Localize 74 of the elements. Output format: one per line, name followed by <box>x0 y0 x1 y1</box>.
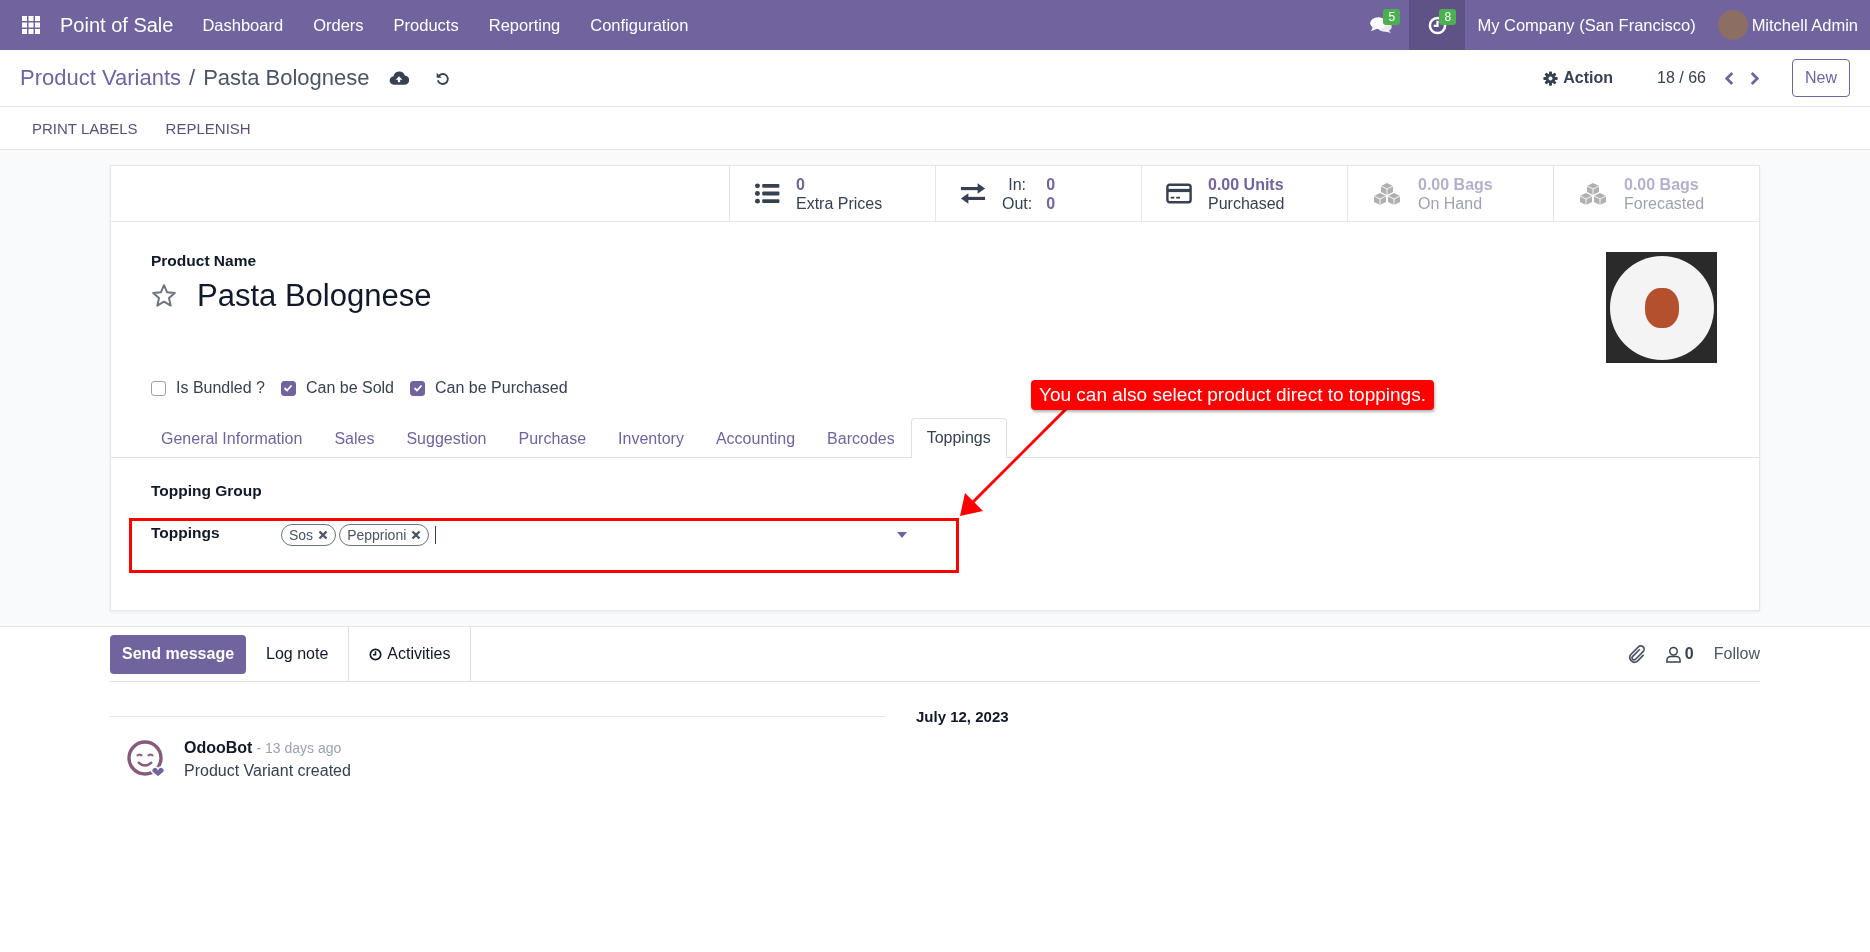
field-label: Topping Group <box>151 482 263 500</box>
stat-button[interactable]: 0 Extra Prices <box>729 166 935 221</box>
message-author: OdooBot <box>184 739 253 757</box>
message-time: - 13 days ago <box>256 740 342 756</box>
breadcrumb-link[interactable]: Product Variants <box>20 65 181 91</box>
tag-label: Sos <box>289 527 314 543</box>
send-message-button[interactable]: Send message <box>110 634 247 674</box>
breadcrumb-separator: / <box>189 65 196 91</box>
follow-button[interactable]: Follow <box>1713 645 1760 663</box>
app-name[interactable]: Point of Sale <box>60 13 174 37</box>
tab[interactable]: Toppings <box>910 418 1007 458</box>
company-switcher[interactable]: My Company (San Francisco) <box>1477 15 1696 35</box>
checkbox[interactable] <box>280 380 296 396</box>
followers-button[interactable]: 0 <box>1665 645 1694 663</box>
log-note-button[interactable]: Log note <box>246 627 349 681</box>
menu-item[interactable]: Products <box>393 15 459 35</box>
dropdown-caret-icon[interactable] <box>897 532 907 538</box>
attachment-icon[interactable] <box>1626 644 1646 664</box>
date-separator: July 12, 2023 <box>916 708 1010 725</box>
field-label: Product Name <box>151 252 258 270</box>
tab[interactable]: Barcodes <box>811 419 911 458</box>
tab[interactable]: Suggestion <box>390 419 503 458</box>
previous-icon[interactable] <box>1724 70 1735 86</box>
header-button[interactable]: PRINT LABELS <box>20 115 150 141</box>
record-title: Pasta Bolognese <box>203 65 370 91</box>
product-name: Pasta Bolognese <box>197 278 432 314</box>
checkmark-icon <box>283 383 294 393</box>
annotation-callout: You can also select product direct to toppings. <box>1031 380 1434 410</box>
person-icon <box>1665 645 1681 663</box>
tab[interactable]: Inventory <box>602 419 700 458</box>
field-label: Toppings <box>151 524 221 542</box>
pager-value: 18 / 66 <box>1657 69 1706 87</box>
star-icon[interactable] <box>151 283 177 309</box>
clock-icon <box>369 647 383 661</box>
gear-icon <box>1543 70 1559 86</box>
notification-badge: 5 <box>1383 9 1401 25</box>
menu-item[interactable]: Dashboard <box>202 15 284 35</box>
credit-card-icon <box>1166 183 1192 204</box>
menu-item[interactable]: Reporting <box>488 15 561 35</box>
tags-input-field[interactable]: Sos Pepprioni <box>281 524 917 564</box>
transfer-arrows-icon <box>960 183 986 204</box>
clock-icon <box>1427 15 1447 35</box>
tab[interactable]: Purchase <box>502 419 603 458</box>
discard-icon[interactable] <box>435 70 451 86</box>
cubes-icon <box>1578 181 1608 206</box>
checkbox-label: Can be Purchased <box>435 379 568 397</box>
message-body: Product Variant created <box>184 762 351 780</box>
tag-label: Pepprioni <box>347 527 407 543</box>
list-icon <box>754 183 780 204</box>
apps-grid-icon[interactable] <box>22 16 40 34</box>
tab[interactable]: Accounting <box>699 419 812 458</box>
activities-button[interactable]: Activities <box>348 627 472 681</box>
checkbox[interactable] <box>410 380 425 396</box>
menu-item[interactable]: Orders <box>313 15 364 35</box>
stat-button[interactable]: 0.00 Units Purchased <box>1141 166 1347 221</box>
checkbox-label: Is Bundled ? <box>176 379 265 397</box>
menu-item[interactable]: Configuration <box>590 15 689 35</box>
cubes-icon <box>1372 181 1402 206</box>
remove-tag-icon[interactable] <box>318 530 329 540</box>
next-icon[interactable] <box>1749 70 1760 86</box>
checkmark-icon <box>412 383 423 393</box>
checkbox[interactable] <box>151 380 166 396</box>
user-name[interactable]: Mitchell Admin <box>1751 15 1858 35</box>
activity-button[interactable]: 8 <box>1409 0 1466 50</box>
tab[interactable]: Sales <box>318 419 391 458</box>
remove-tag-icon[interactable] <box>411 530 422 540</box>
save-icon[interactable] <box>389 70 410 86</box>
checkbox-label: Can be Sold <box>305 379 394 397</box>
new-button[interactable]: New <box>1792 59 1850 97</box>
stat-button[interactable]: In: 0 Out: 0 <box>935 166 1141 221</box>
tab[interactable]: General Information <box>145 419 319 458</box>
action-button[interactable]: Action <box>1537 68 1620 88</box>
notification-badge: 8 <box>1439 9 1457 25</box>
header-button[interactable]: REPLENISH <box>153 115 263 141</box>
